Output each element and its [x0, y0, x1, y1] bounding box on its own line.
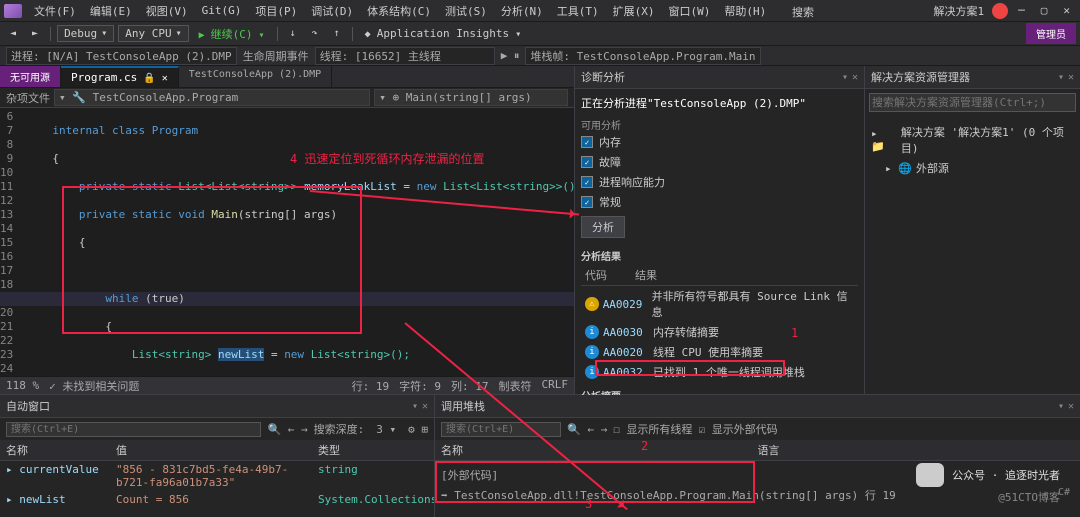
solution-tree[interactable]: ▸ 📁 解决方案 '解决方案1' (0 个项目) ▸ 🌐 外部源 — [865, 116, 1080, 184]
line-numbers: 6789101112131415161718192021222324 — [0, 108, 19, 376]
menu-edit[interactable]: 编辑(E) — [84, 1, 138, 21]
available-analysis: 可用分析 — [581, 117, 858, 132]
menu-arch[interactable]: 体系结构(C) — [361, 1, 437, 21]
callstack-search-input[interactable] — [441, 422, 561, 437]
tab-dump[interactable]: TestConsoleApp (2).DMP — [179, 66, 332, 87]
menu-bar: 文件(F) 编辑(E) 视图(V) Git(G) 项目(P) 调试(D) 体系结… — [0, 0, 1080, 22]
menu-git[interactable]: Git(G) — [196, 2, 248, 19]
annotation-text-3: 3 — [585, 497, 592, 511]
menu-view[interactable]: 视图(V) — [140, 1, 194, 21]
watermark: 公众号 · 追逐时光者 — [916, 463, 1060, 487]
panel-dropdown-icon[interactable]: ▾ — [1058, 72, 1064, 83]
status-tabs[interactable]: 制表符 — [499, 378, 532, 394]
menu-tools[interactable]: 工具(T) — [551, 1, 605, 21]
menu-test[interactable]: 测试(S) — [439, 1, 493, 21]
lifecycle-events[interactable]: 生命周期事件 — [243, 48, 309, 64]
analyze-button[interactable]: 分析 — [581, 216, 625, 238]
nav-back-icon[interactable]: ◄ — [4, 26, 22, 41]
results-heading: 分析结果 — [581, 248, 858, 263]
platform-dropdown[interactable]: Any CPU ▾ — [118, 25, 188, 42]
result-row[interactable]: iAA0020线程 CPU 使用率摘要 — [581, 342, 858, 362]
nav-fwd-icon[interactable]: ► — [26, 26, 44, 41]
maximize-icon[interactable]: ▢ — [1035, 2, 1054, 19]
external-sources[interactable]: ▸ 🌐 外部源 — [871, 158, 1074, 178]
misc-files: 杂项文件 — [6, 90, 50, 106]
callstack-title: 调用堆栈 — [441, 398, 1054, 414]
menu-ext[interactable]: 扩展(X) — [607, 1, 661, 21]
chk-memory[interactable]: ✓ — [581, 136, 593, 148]
editor-tabs: 无可用源 Program.cs 🔒 ✕ TestConsoleApp (2).D… — [0, 66, 574, 88]
zoom-level[interactable]: 118 % — [6, 379, 39, 392]
class-dropdown[interactable]: ▾ 🔧 TestConsoleApp.Program — [54, 89, 370, 106]
code-content[interactable]: internal class Program { private static … — [26, 108, 574, 376]
menu-search[interactable]: 搜索 — [786, 2, 820, 22]
chk-fault[interactable]: ✓ — [581, 156, 593, 168]
chk-general[interactable]: ✓ — [581, 196, 593, 208]
autos-search-input[interactable] — [6, 422, 261, 437]
issues-status[interactable]: 未找到相关问题 — [62, 380, 139, 393]
config-dropdown[interactable]: Debug ▾ — [57, 25, 114, 42]
menu-window[interactable]: 窗口(W) — [663, 1, 717, 21]
chk-responsive[interactable]: ✓ — [581, 176, 593, 188]
tab-nosource[interactable]: 无可用源 — [0, 66, 61, 87]
depth-dropdown[interactable]: 3 ▾ — [370, 423, 402, 436]
status-char: 字符: 9 — [399, 378, 441, 394]
solution-name: 解决方案1 — [928, 1, 991, 21]
diagnostic-title: 诊断分析 — [581, 69, 838, 85]
autos-table: 名称值类型 ▸ currentValue"856 - 831c7bd5-fe4a… — [0, 440, 434, 517]
close-icon[interactable]: ✕ — [1057, 2, 1076, 19]
thread-field[interactable]: 线程: [16652] 主线程 — [315, 47, 495, 65]
minimize-icon[interactable]: ─ — [1012, 2, 1031, 19]
user-avatar-icon[interactable] — [992, 3, 1008, 19]
wechat-icon — [916, 463, 944, 487]
vs-logo-icon — [4, 4, 22, 18]
status-col: 列: 17 — [451, 378, 489, 394]
result-row-callstack[interactable]: iAA0032已找到 1 个唯一线程调用堆栈 — [581, 362, 858, 382]
step-out-icon[interactable]: ↑ — [328, 26, 346, 41]
admin-button[interactable]: 管理员 — [1026, 23, 1076, 44]
stack-frame-current[interactable]: ➡ TestConsoleApp.dll!TestConsoleApp.Prog… — [441, 485, 1074, 505]
stackframe-field[interactable]: 堆栈帧: TestConsoleApp.Program.Main — [525, 47, 760, 65]
annotation-text-1: 1 — [791, 326, 1068, 340]
glyph-margin[interactable]: ➡ — [19, 108, 26, 376]
code-nav-bar: 杂项文件 ▾ 🔧 TestConsoleApp.Program ▾ ⊕ Main… — [0, 88, 574, 108]
code-editor[interactable]: 6789101112131415161718192021222324 ➡ int… — [0, 108, 574, 376]
solution-root[interactable]: ▸ 📁 解决方案 '解决方案1' (0 个项目) — [871, 122, 1074, 158]
step-over-icon[interactable]: ↷ — [306, 26, 324, 41]
panel-dropdown-icon[interactable]: ▾ — [842, 72, 848, 83]
panel-close-icon[interactable]: ✕ — [852, 72, 858, 83]
credit-text: @51CTO博客 — [998, 489, 1060, 505]
show-all-threads[interactable]: ☐ 显示所有线程 — [613, 421, 692, 437]
member-dropdown[interactable]: ▾ ⊕ Main(string[] args) — [374, 89, 568, 106]
menu-file[interactable]: 文件(F) — [28, 1, 82, 21]
menu-project[interactable]: 项目(P) — [249, 1, 303, 21]
solution-explorer-header: 解决方案资源管理器 ▾ ✕ — [865, 66, 1080, 89]
process-field[interactable]: 进程: [N/A] TestConsoleApp (2).DMP — [6, 47, 237, 65]
result-row[interactable]: ⚠AA0029并非所有符号都具有 Source Link 信息 — [581, 286, 858, 322]
diagnostic-panel-header: 诊断分析 ▾ ✕ — [575, 66, 864, 89]
panel-close-icon[interactable]: ✕ — [1068, 72, 1074, 83]
variable-row[interactable]: ▸ newListCount = 856System.Collections..… — [0, 491, 434, 508]
show-external[interactable]: ☑ 显示外部代码 — [698, 421, 777, 437]
toolbar: ◄ ► Debug ▾ Any CPU ▾ ▶ 继续(C) ▾ ↓ ↷ ↑ ◆ … — [0, 22, 1080, 46]
solution-search-input[interactable] — [869, 93, 1076, 112]
tab-program[interactable]: Program.cs 🔒 ✕ — [61, 66, 179, 87]
analyzing-label: 正在分析进程"TestConsoleApp (2).DMP" — [581, 95, 858, 111]
menu-analyze[interactable]: 分析(N) — [495, 1, 549, 21]
app-insights[interactable]: ◆ Application Insights ▾ — [359, 25, 528, 42]
menu-help[interactable]: 帮助(H) — [718, 1, 772, 21]
step-into-icon[interactable]: ↓ — [284, 26, 302, 41]
variable-row[interactable]: ▸ currentValue"856 - 831c7bd5-fe4a-49b7-… — [0, 461, 434, 491]
status-crlf[interactable]: CRLF — [542, 378, 569, 394]
menu-debug[interactable]: 调试(D) — [305, 1, 359, 21]
annotation-text-4: 4 迅速定位到死循环内存泄漏的位置 — [290, 150, 484, 167]
status-line: 行: 19 — [352, 378, 390, 394]
autos-title: 自动窗口 — [6, 398, 408, 414]
debug-context-bar: 进程: [N/A] TestConsoleApp (2).DMP 生命周期事件 … — [0, 46, 1080, 66]
continue-button[interactable]: ▶ 继续(C) ▾ — [193, 24, 271, 44]
